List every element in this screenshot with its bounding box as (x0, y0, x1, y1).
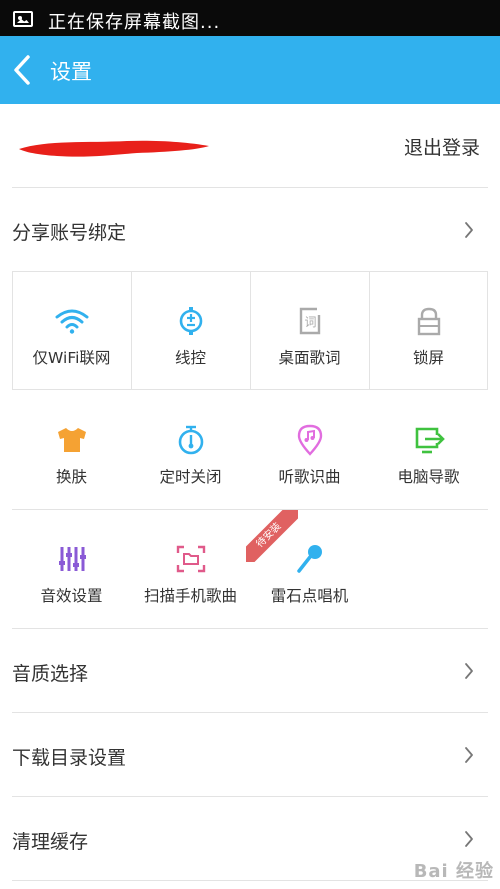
app-header: 设置 (0, 36, 500, 104)
page-title: 设置 (50, 60, 92, 84)
music-pin-icon (297, 424, 322, 456)
tile-sound-effects[interactable]: 音效设置 (12, 510, 131, 628)
tile-scan-songs[interactable]: 扫描手机歌曲 (131, 510, 250, 628)
share-account-binding-label: 分享账号绑定 (12, 222, 127, 244)
status-notification-text: 正在保存屏幕截图... (48, 12, 221, 33)
tile-label: 雷石点唱机 (270, 587, 349, 605)
back-button[interactable] (8, 50, 42, 90)
download-directory-row[interactable]: 下载目录设置 (12, 713, 488, 797)
pending-install-ribbon: 待安装 (246, 510, 298, 562)
svg-text:词: 词 (304, 315, 316, 329)
timer-icon (178, 425, 203, 455)
share-account-binding-row[interactable]: 分享账号绑定 (12, 188, 488, 272)
chevron-right-icon (465, 747, 473, 763)
shirt-icon (57, 428, 86, 452)
chevron-right-icon (465, 222, 473, 238)
chevron-right-icon (465, 663, 473, 679)
logout-button[interactable]: 退出登录 (404, 133, 480, 160)
tile-song-recognition[interactable]: 听歌识曲 (250, 391, 369, 509)
tile-sleep-timer[interactable]: 定时关闭 (131, 391, 250, 509)
pc-import-icon (415, 427, 445, 454)
watermark: Bai 经验 (413, 861, 494, 882)
microphone-icon (296, 545, 322, 573)
account-row: 退出登录 (12, 106, 488, 188)
tile-lock-screen[interactable]: 锁屏 (369, 272, 488, 390)
ribbon-label: 待安装 (246, 510, 298, 562)
equalizer-icon (58, 547, 86, 571)
redacted-username (19, 140, 209, 157)
scan-folder-icon (176, 545, 205, 573)
tile-label: 锁屏 (412, 349, 444, 367)
tile-wifi-only[interactable]: 仅WiFi联网 (12, 272, 131, 390)
lock-icon (417, 307, 440, 336)
status-bar: 正在保存屏幕截图... (0, 0, 500, 36)
tile-wire-control[interactable]: 线控 (131, 272, 250, 390)
screenshot-notification-icon (13, 11, 33, 27)
tile-label: 音效设置 (40, 587, 103, 605)
tile-label: 电脑导歌 (397, 468, 460, 486)
tile-pc-import[interactable]: 电脑导歌 (369, 391, 488, 509)
tile-label: 定时关闭 (159, 468, 222, 486)
tile-label: 仅WiFi联网 (32, 349, 111, 367)
chevron-right-icon (465, 831, 473, 847)
chevron-left-icon (14, 55, 30, 85)
tile-label: 线控 (174, 349, 206, 367)
wire-control-icon (179, 307, 202, 335)
list-item-label: 清理缓存 (12, 831, 89, 853)
list-item-label: 音质选择 (12, 663, 89, 685)
audio-quality-row[interactable]: 音质选择 (12, 629, 488, 713)
tile-label: 换肤 (55, 468, 87, 486)
tile-change-skin[interactable]: 换肤 (12, 391, 131, 509)
tile-label: 桌面歌词 (278, 349, 341, 367)
wifi-icon (55, 309, 88, 334)
tile-label: 听歌识曲 (278, 468, 341, 486)
list-item-label: 下载目录设置 (12, 747, 127, 769)
tile-label: 扫描手机歌曲 (143, 587, 237, 605)
desktop-lyrics-icon: 词 (299, 307, 320, 335)
tile-desktop-lyrics[interactable]: 词 桌面歌词 (250, 272, 369, 390)
